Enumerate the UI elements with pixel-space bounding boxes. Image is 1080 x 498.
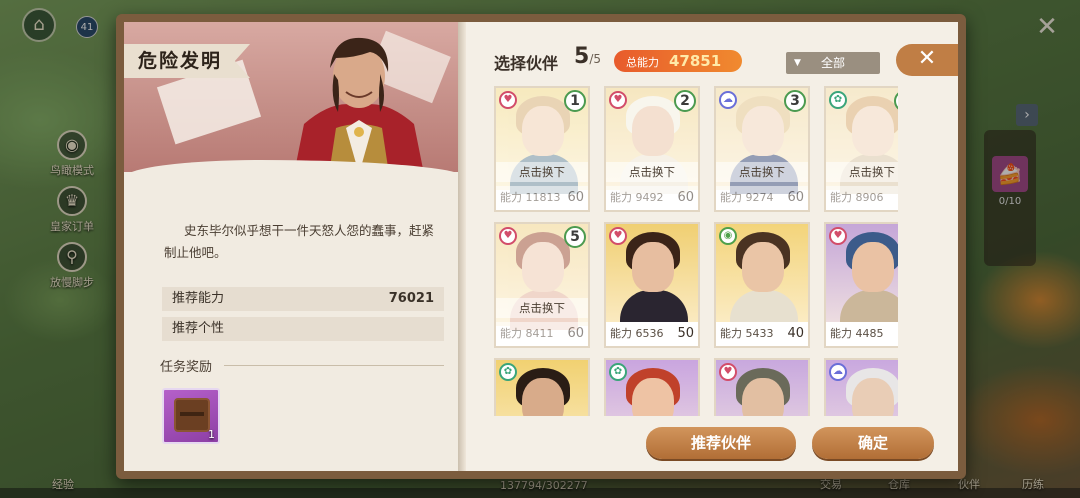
partner-level: 60: [787, 190, 804, 205]
leaf-icon: ✿: [829, 91, 847, 109]
quest-title: 危险发明: [124, 44, 251, 78]
partner-power: 能力 6536: [610, 327, 664, 340]
partner-card[interactable]: ◉ 能力 5433 40: [714, 222, 810, 348]
confirm-button[interactable]: 确定: [812, 427, 934, 459]
swap-out-label: 点击换下: [496, 162, 588, 182]
close-icon[interactable]: ✕: [896, 44, 958, 76]
swap-out-label: 点击换下: [716, 162, 808, 182]
slot-number-badge: 5: [564, 226, 586, 248]
partner-stats: 能力 11813 60: [496, 186, 588, 210]
partner-stats: 能力 8411 60: [496, 322, 588, 346]
portrait-face: [742, 242, 784, 292]
partner-selection-page: 选择伙伴 5/5 总能力 47851 ▼ 全部 ✕ ♥ 1 点击换下 能力 11813 6…: [466, 22, 958, 471]
portrait-face: [852, 242, 894, 292]
partner-card[interactable]: ✿: [494, 358, 590, 416]
partner-power: 能力 8411: [500, 327, 554, 340]
portrait-face: [632, 378, 674, 416]
recommended-trait-row: 推荐个性: [162, 317, 444, 341]
quest-character-portrait: [294, 37, 424, 174]
portrait-face: [632, 106, 674, 156]
recommend-partners-button[interactable]: 推荐伙伴: [646, 427, 796, 459]
reward-quantity: 1: [208, 428, 215, 441]
partner-card[interactable]: ♥ 5 点击换下能力 8411 60: [494, 222, 590, 348]
bag-icon: [174, 398, 210, 432]
partner-card[interactable]: ♥ 能力 4485 40: [824, 222, 898, 348]
selection-count: 5/5: [574, 44, 601, 69]
partner-stats: 能力 9274 60: [716, 186, 808, 210]
partner-level: 50: [677, 326, 694, 341]
portrait-face: [632, 242, 674, 292]
portrait-face: [742, 106, 784, 156]
partner-card[interactable]: ✿: [604, 358, 700, 416]
recommended-power-value: 76021: [388, 291, 434, 306]
heart-icon: ♥: [609, 227, 627, 245]
heart-icon: ♥: [499, 91, 517, 109]
heart-icon: ♥: [719, 363, 737, 381]
filter-dropdown[interactable]: ▼ 全部: [786, 52, 880, 74]
reward-label: 任务奖励: [160, 360, 213, 375]
leaf-icon: ✿: [499, 363, 517, 381]
partner-power: 能力 5433: [720, 327, 774, 340]
partner-grid: ♥ 1 点击换下 能力 11813 60 ♥ 2 点击换下 能力 9492 60 ☁ 3 点击换下 能力 …: [494, 86, 898, 416]
total-power-value: 47851: [669, 52, 722, 70]
partner-level: 60: [677, 190, 694, 205]
partner-stats: 能力 6536 50: [606, 322, 698, 346]
filter-label: 全部: [820, 56, 845, 70]
leaf-icon: ✿: [609, 363, 627, 381]
quest-dialog: 危险发明 史东毕尔似乎想干一件天怒人怨的蠢事，赶紧制止他吧。 推荐能力 7602…: [116, 14, 966, 479]
quest-info-page: 危险发明 史东毕尔似乎想干一件天怒人怨的蠢事，赶紧制止他吧。 推荐能力 7602…: [124, 22, 466, 471]
partner-level: 40: [897, 322, 898, 346]
partner-level: 60: [897, 186, 898, 210]
reward-item-bag[interactable]: 1: [162, 388, 220, 444]
partner-card[interactable]: ☁: [824, 358, 898, 416]
slot-number-badge: 2: [674, 90, 696, 112]
slot-number-badge: 3: [784, 90, 806, 112]
partner-card[interactable]: ☁ 3 点击换下能力 9274 60: [714, 86, 810, 212]
ghost-icon: ☁: [829, 363, 847, 381]
ghost-icon: ☁: [719, 91, 737, 109]
heart-icon: ♥: [609, 91, 627, 109]
partner-stats: 能力 5433 40: [716, 322, 808, 346]
portrait-face: [742, 378, 784, 416]
portrait-face: [522, 106, 564, 156]
selection-title: 选择伙伴: [494, 54, 559, 73]
partner-stats: 能力 8906 60: [826, 186, 898, 210]
heart-icon: ♥: [829, 227, 847, 245]
total-power-label: 总能力: [626, 56, 659, 69]
chevron-down-icon: ▼: [794, 58, 801, 68]
quest-description: 史东毕尔似乎想干一件天怒人怨的蠢事，赶紧制止他吧。: [164, 223, 435, 260]
partner-stats: 能力 9492 60: [606, 186, 698, 210]
partner-power: 能力 8906: [830, 191, 884, 204]
portrait-face: [852, 378, 894, 416]
selected-count: 5: [574, 44, 590, 69]
partner-level: 60: [567, 326, 584, 341]
partner-level: 40: [787, 326, 804, 341]
recommended-power-row: 推荐能力 76021: [162, 287, 444, 311]
partner-card[interactable]: ♥ 2 点击换下能力 9492 60: [604, 86, 700, 212]
recommended-trait-label: 推荐个性: [172, 321, 225, 336]
swap-out-label: 点击换下: [826, 162, 898, 182]
portrait-face: [522, 378, 564, 416]
partner-level: 60: [567, 190, 584, 205]
partner-card[interactable]: ♥ 1 点击换下能力 11813 60: [494, 86, 590, 212]
partner-card[interactable]: ♥ 能力 6536 50: [604, 222, 700, 348]
recommended-power-label: 推荐能力: [172, 291, 225, 306]
partner-power: 能力 11813: [500, 191, 561, 204]
partner-stats: 能力 4485 40: [826, 322, 898, 346]
total-power-badge: 总能力 47851: [614, 50, 742, 72]
selected-max: /5: [589, 52, 601, 66]
partner-power: 能力 4485: [830, 327, 884, 340]
swap-out-label: 点击换下: [606, 162, 698, 182]
partner-power: 能力 9274: [720, 191, 774, 204]
portrait-face: [852, 106, 894, 156]
partner-power: 能力 9492: [610, 191, 664, 204]
heart-icon: ♥: [499, 227, 517, 245]
partner-card[interactable]: ✿4点击换下能力 890660: [824, 86, 898, 212]
eye-icon: ◉: [719, 227, 737, 245]
partner-card[interactable]: ♥: [714, 358, 810, 416]
reward-divider: [224, 365, 444, 366]
slot-number-badge: 1: [564, 90, 586, 112]
swap-out-label: 点击换下: [496, 298, 588, 318]
portrait-face: [522, 242, 564, 292]
